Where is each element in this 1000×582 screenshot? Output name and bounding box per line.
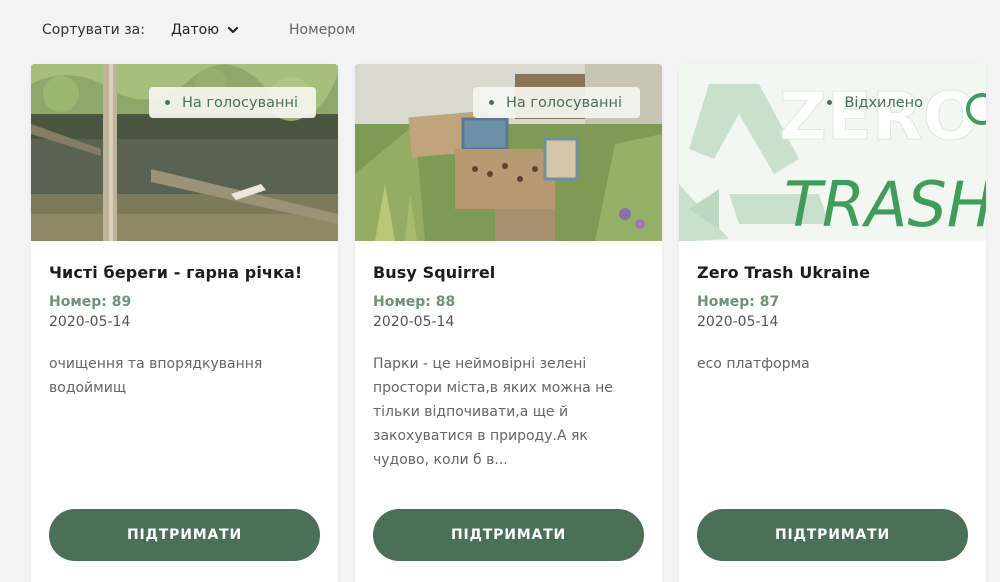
- card-description: Парки - це неймовірні зелені простори мі…: [373, 356, 613, 468]
- sort-by-date-label: Датою: [170, 22, 219, 38]
- sort-bar: Сортувати за: Датою Номером: [42, 22, 355, 38]
- project-card[interactable]: ZERO TRASH Відхилено Zero Trash Ukraine …: [679, 64, 986, 582]
- chevron-down-icon: [227, 26, 239, 34]
- sort-by-date-option[interactable]: Датою: [171, 22, 239, 38]
- card-title[interactable]: Zero Trash Ukraine: [697, 263, 968, 282]
- card-number: Номер: 88: [373, 294, 456, 310]
- status-badge: На голосуванні: [149, 87, 316, 118]
- card-body: Чисті береги - гарна річка! Номер: 89 20…: [49, 241, 320, 400]
- card-title[interactable]: Чисті береги - гарна річка!: [49, 263, 320, 282]
- card-date: 2020-05-14: [697, 314, 779, 330]
- support-button[interactable]: ПІДТРИМАТИ: [697, 509, 968, 561]
- status-badge: На голосуванні: [473, 87, 640, 118]
- status-dot-icon: [489, 100, 494, 105]
- support-button[interactable]: ПІДТРИМАТИ: [49, 509, 320, 561]
- sort-label: Сортувати за:: [42, 22, 145, 38]
- card-description: очищення та впорядкування водоймищ: [49, 356, 263, 396]
- project-card[interactable]: На голосуванні Чисті береги - гарна річк…: [31, 64, 338, 582]
- card-number: Номер: 87: [697, 294, 780, 310]
- card-date: 2020-05-14: [373, 314, 455, 330]
- support-button[interactable]: ПІДТРИМАТИ: [373, 509, 644, 561]
- card-body: Zero Trash Ukraine Номер: 87 2020-05-14 …: [697, 241, 968, 376]
- logo-text-trash: TRASH: [784, 168, 986, 241]
- status-dot-icon: [827, 100, 833, 105]
- card-body: Busy Squirrel Номер: 88 2020-05-14 Парки…: [373, 241, 644, 472]
- status-label: На голосуванні: [182, 94, 298, 111]
- sort-by-number-option[interactable]: Номером: [289, 22, 355, 38]
- status-dot-icon: [165, 100, 170, 105]
- card-date: 2020-05-14: [49, 314, 131, 330]
- card-description: eco платформа: [697, 356, 810, 372]
- status-label: Відхилено: [844, 94, 923, 111]
- card-title[interactable]: Busy Squirrel: [373, 263, 644, 282]
- card-number: Номер: 89: [49, 294, 132, 310]
- status-badge: Відхилено: [811, 87, 941, 118]
- project-card[interactable]: На голосуванні Busy Squirrel Номер: 88 2…: [355, 64, 662, 582]
- status-label: На голосуванні: [506, 94, 622, 111]
